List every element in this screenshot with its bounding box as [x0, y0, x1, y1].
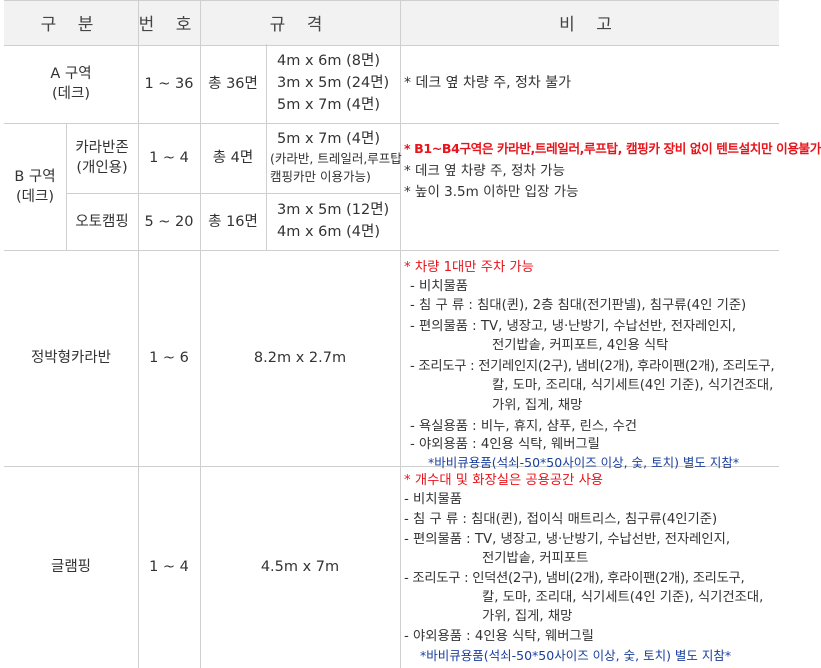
caravan-item: - 비치물품 — [410, 279, 468, 294]
zone-a-remark: * 데크 옆 차량 주, 정차 불가 — [404, 75, 571, 91]
zone-a-size: 4m x 6m (8면) — [277, 53, 380, 69]
glamping-name: 글램핑 — [50, 559, 92, 575]
caravan-zone-number: 1 ~ 4 — [149, 150, 189, 166]
header-category: 구 분 — [40, 14, 102, 35]
zone-b-name: B 구역 (데크) — [4, 123, 66, 250]
caravan-zone-size: 5m x 7m (4면) — [277, 131, 380, 147]
header-number: 번 호 — [138, 14, 200, 35]
caravan-item: 전기밥솥, 커피포트, 4인용 식탁 — [492, 338, 669, 353]
glamping-item: - 야외용품 : 4인용 식탁, 웨버그릴 — [404, 629, 594, 644]
caravan-zone-name: 카라반존 (개인용) — [66, 123, 138, 193]
auto-camping-size: 4m x 6m (4면) — [277, 224, 380, 240]
zone-a-sizes: 4m x 6m (8면) 3m x 5m (24면) 5m x 7m (4면) — [277, 50, 399, 116]
auto-camping-sizes: 3m x 5m (12면) 4m x 6m (4면) — [277, 199, 399, 243]
zone-a-number: 1 ~ 36 — [144, 75, 194, 92]
glamping-item: 전기밥솥, 커피포트 — [482, 551, 589, 566]
zone-b-warning: * B1~B4구역은 카라반,트레일러,루프탑, 캠핑카 장비 없이 텐트설치만… — [404, 141, 821, 156]
auto-camping-number: 5 ~ 20 — [144, 213, 194, 230]
glamping-size: 4.5m x 7m — [260, 559, 340, 575]
caravan-item: - 조리도구 : 전기레인지(2구), 냄비(2개), 후라이팬(2개), 조리… — [410, 359, 775, 374]
divider — [400, 0, 401, 668]
zone-b-remark: * 높이 3.5m 이하만 입장 가능 — [404, 184, 579, 200]
zone-a-name-line2: (데크) — [52, 85, 90, 102]
glamping-item: - 비치물품 — [404, 492, 462, 507]
glamping-bbq-note: *바비큐용품(석쇠-50*50사이즈 이상, 숯, 토치) 별도 지참* — [420, 648, 732, 663]
caravan-zone-name-line2: (개인용) — [76, 160, 128, 176]
header-spec: 규 격 — [269, 14, 331, 35]
caravan-name: 정박형카라반 — [30, 350, 112, 366]
caravan-item: 가위, 집게, 채망 — [492, 398, 583, 413]
caravan-item: - 침 구 류 : 침대(퀸), 2층 침대(전기판넬), 침구류(4인 기준) — [410, 298, 747, 313]
caravan-item: - 야외용품 : 4인용 식탁, 웨버그릴 — [410, 437, 600, 452]
divider — [266, 44, 267, 250]
caravan-item: - 욕실용품 : 비누, 휴지, 샴푸, 린스, 수건 — [410, 419, 638, 434]
glamping-number: 1 ~ 4 — [149, 559, 189, 575]
caravan-item: 칼, 도마, 조리대, 식기세트(4인 기준), 식기건조대, — [492, 378, 774, 393]
glamping-notice: * 개수대 및 화장실은 공용공간 사용 — [404, 473, 604, 488]
caravan-item: - 편의물품 : TV, 냉장고, 냉·난방기, 수납선반, 전자레인지, — [410, 319, 737, 334]
glamping-item: - 침 구 류 : 침대(퀸), 접이식 매트리스, 침구류(4인기준) — [404, 512, 718, 527]
auto-camping-size: 3m x 5m (12면) — [277, 202, 390, 218]
header-remarks: 비 고 — [559, 14, 620, 35]
caravan-size: 8.2m x 2.7m — [253, 350, 347, 366]
zone-a-name: A 구역 (데크) — [4, 44, 138, 123]
glamping-item: 가위, 집게, 채망 — [482, 609, 573, 624]
caravan-number: 1 ~ 6 — [149, 350, 189, 366]
auto-camping-total: 총 16면 — [208, 213, 258, 230]
zone-a-size: 3m x 5m (24면) — [277, 75, 390, 91]
zone-b-remark: * 데크 옆 차량 주, 정차 가능 — [404, 163, 565, 179]
glamping-item: - 조리도구 : 인덕션(2구), 냄비(2개), 후라이팬(2개), 조리도구… — [404, 571, 745, 586]
caravan-zone-spec: 5m x 7m (4면) (카라반, 트레일러,루프탑 캠핑카만 이용가능) — [270, 129, 402, 186]
auto-camping-name: 오토캠핑 — [75, 213, 129, 230]
caravan-zone-size-note: (카라반, 트레일러,루프탑 — [270, 151, 402, 166]
caravan-bbq-note: *바비큐용품(석쇠-50*50사이즈 이상, 숯, 토치) 별도 지참* — [428, 455, 740, 470]
caravan-zone-total: 총 4면 — [212, 150, 254, 166]
glamping-item: 칼, 도마, 조리대, 식기세트(4인 기준), 식기건조대, — [482, 590, 764, 605]
zone-b-name-line1: B 구역 — [14, 168, 56, 185]
zone-a-name-line1: A 구역 — [50, 65, 92, 82]
zone-b-name-line2: (데크) — [16, 188, 54, 205]
caravan-zone-size-note: 캠핑카만 이용가능) — [270, 169, 371, 184]
caravan-notice: * 차량 1대만 주차 가능 — [404, 260, 534, 275]
zone-a-total: 총 36면 — [208, 75, 258, 92]
caravan-zone-name-line1: 카라반존 — [75, 140, 129, 156]
glamping-item: - 편의물품 : TV, 냉장고, 냉·난방기, 수납선반, 전자레인지, — [404, 532, 731, 547]
zone-a-size: 5m x 7m (4면) — [277, 97, 380, 113]
